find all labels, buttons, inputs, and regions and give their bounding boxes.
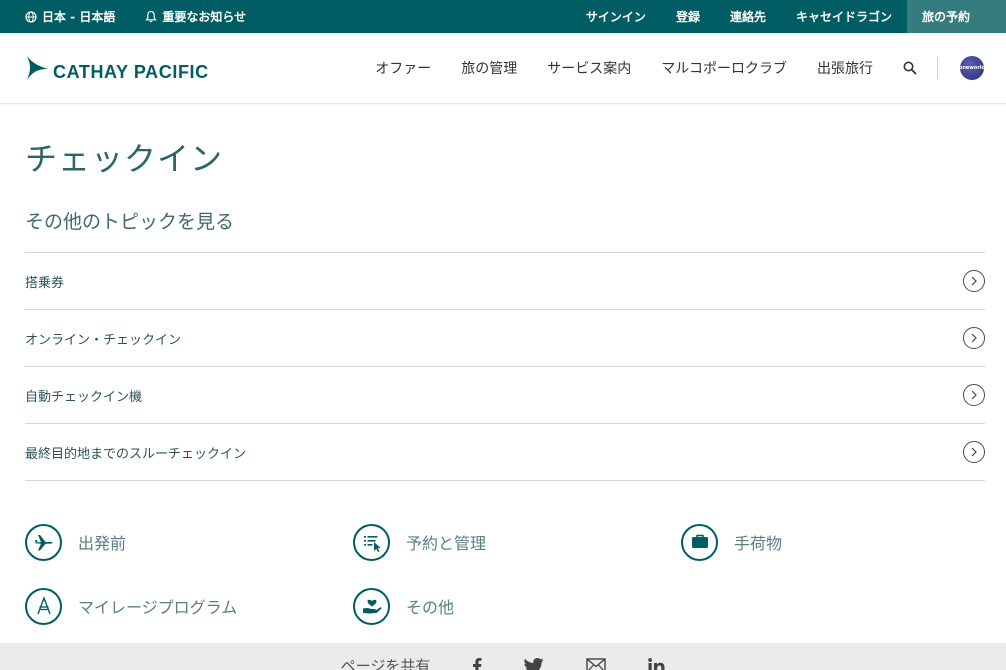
search-button[interactable] xyxy=(903,61,917,75)
twitter-share-button[interactable] xyxy=(524,657,544,670)
mail-icon xyxy=(586,658,607,670)
sign-in-link[interactable]: サインイン xyxy=(571,0,661,33)
topic-online-checkin[interactable]: オンライン・チェックイン xyxy=(25,310,985,367)
topic-label: 自動チェックイン機 xyxy=(25,389,143,405)
mileage-icon xyxy=(25,587,62,625)
topic-label: 搭乗券 xyxy=(25,275,65,291)
globe-icon xyxy=(25,10,37,23)
chevron-right-icon xyxy=(963,270,985,292)
category-before-departure[interactable]: 出発前 xyxy=(25,523,353,561)
cathay-dragon-link[interactable]: キャセイドラゴン xyxy=(781,0,907,33)
oneworld-text: oneworld xyxy=(958,65,986,71)
topics-heading: その他のトピックを見る xyxy=(25,211,235,233)
language-selector[interactable]: 日本 - 日本語 xyxy=(25,8,115,25)
linkedin-icon xyxy=(648,657,665,670)
category-label: マイレージプログラム xyxy=(78,598,238,617)
contact-link[interactable]: 連絡先 xyxy=(715,0,781,33)
chevron-right-icon xyxy=(963,327,985,349)
chevron-right-icon xyxy=(963,441,985,463)
nav-offers[interactable]: オファー xyxy=(375,58,431,78)
book-trip-button[interactable]: 旅の予約 xyxy=(906,0,1006,33)
baggage-icon xyxy=(681,523,718,561)
topic-kiosk-checkin[interactable]: 自動チェックイン機 xyxy=(25,367,985,424)
facebook-share-button[interactable] xyxy=(472,657,482,670)
nav-business-travel[interactable]: 出張旅行 xyxy=(817,58,873,78)
topic-list: 搭乗券 オンライン・チェックイン 自動チェックイン機 最終目的地までのスルーチェ… xyxy=(25,252,985,481)
search-icon xyxy=(903,61,917,75)
topbar-left: 日本 - 日本語 重要なお知らせ xyxy=(0,0,276,33)
airplane-icon xyxy=(25,523,62,561)
important-notice-link[interactable]: 重要なお知らせ xyxy=(145,8,246,25)
bell-icon xyxy=(145,10,158,23)
category-label: 手荷物 xyxy=(734,534,783,553)
topic-label: オンライン・チェックイン xyxy=(25,332,182,348)
important-notice-label: 重要なお知らせ xyxy=(162,10,247,24)
topic-boarding-pass[interactable]: 搭乗券 xyxy=(25,253,985,310)
category-booking-manage[interactable]: 予約と管理 xyxy=(353,523,681,561)
cathay-logo[interactable]: CATHAY PACIFIC xyxy=(25,54,209,83)
nav-separator xyxy=(937,57,938,79)
category-baggage[interactable]: 手荷物 xyxy=(681,523,981,561)
category-label: 出発前 xyxy=(78,534,127,553)
facebook-icon xyxy=(473,657,482,670)
nav-marco-polo-club[interactable]: マルコポーロクラブ xyxy=(661,58,787,78)
share-label: ページを共有 xyxy=(340,657,431,670)
brushwing-logo-icon xyxy=(27,56,48,80)
category-grid: 出発前 予約と管理 手荷物 マイレージプログラム その他 xyxy=(25,523,985,625)
chevron-right-icon xyxy=(963,384,985,406)
topic-through-checkin[interactable]: 最終目的地までのスルーチェックイン xyxy=(25,424,985,481)
share-bar: ページを共有 xyxy=(0,643,1006,670)
heart-hand-icon xyxy=(353,587,390,625)
nav-manage-trip[interactable]: 旅の管理 xyxy=(461,58,517,78)
email-share-button[interactable] xyxy=(586,658,607,670)
language-label: 日本 - 日本語 xyxy=(42,10,116,24)
twitter-icon xyxy=(524,657,544,670)
booking-list-icon xyxy=(353,523,390,561)
share-inner: ページを共有 xyxy=(341,655,666,670)
category-mileage[interactable]: マイレージプログラム xyxy=(25,587,353,625)
main-content: チェックイン その他のトピックを見る 搭乗券 オンライン・チェックイン 自動チェ… xyxy=(0,134,1006,625)
top-utility-bar: 日本 - 日本語 重要なお知らせ サインイン 登録 連絡先 キャセイドラゴン 旅… xyxy=(0,0,1006,33)
linkedin-share-button[interactable] xyxy=(648,657,665,670)
oneworld-logo[interactable]: oneworld xyxy=(958,56,986,80)
register-link[interactable]: 登録 xyxy=(661,0,715,33)
logo-text: CATHAY PACIFIC xyxy=(53,61,209,82)
category-label: その他 xyxy=(406,598,455,617)
page-title: チェックイン xyxy=(25,140,224,178)
category-label: 予約と管理 xyxy=(406,534,487,553)
main-header: CATHAY PACIFIC オファー 旅の管理 サービス案内 マルコポーロクラ… xyxy=(0,33,1006,104)
category-others[interactable]: その他 xyxy=(353,587,681,625)
main-nav: オファー 旅の管理 サービス案内 マルコポーロクラブ 出張旅行 oneworld xyxy=(345,56,986,80)
topic-label: 最終目的地までのスルーチェックイン xyxy=(25,446,247,462)
nav-services[interactable]: サービス案内 xyxy=(547,58,631,78)
topbar-right: サインイン 登録 連絡先 キャセイドラゴン 旅の予約 xyxy=(571,0,1006,33)
